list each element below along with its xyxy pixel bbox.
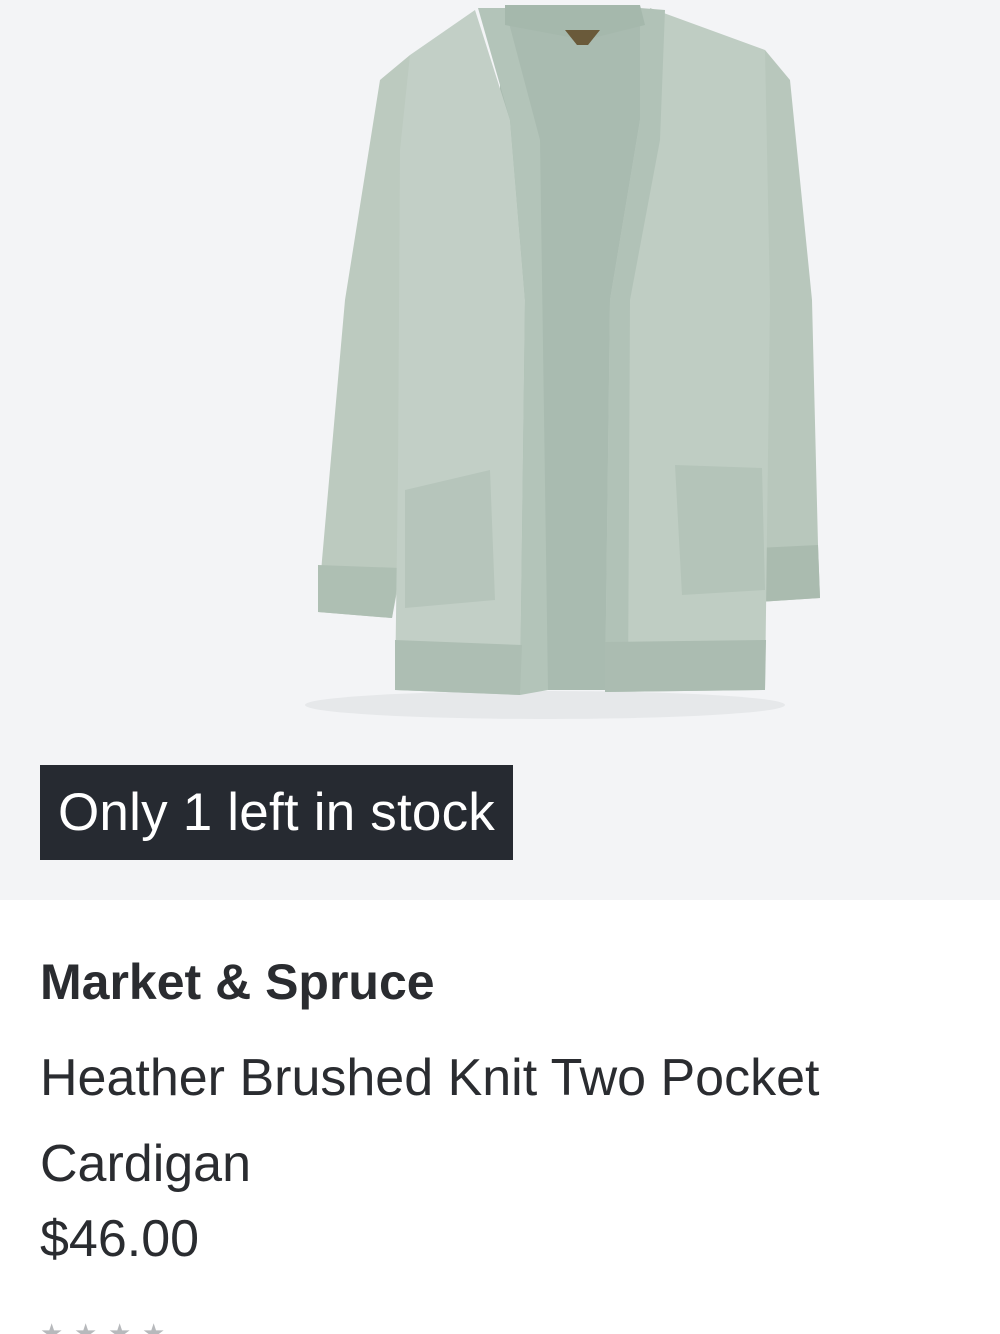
- rating-stars: ★ ★ ★ ★: [40, 1320, 170, 1334]
- stock-badge: Only 1 left in stock: [40, 765, 514, 860]
- product-media: Only 1 left in stock: [0, 0, 1000, 900]
- product-price: $46.00: [40, 1210, 200, 1268]
- brand-name[interactable]: Market & Spruce: [40, 952, 435, 1012]
- star-icon: ★: [142, 1320, 170, 1334]
- star-icon: ★: [74, 1320, 102, 1334]
- product-title[interactable]: Heather Brushed Knit Two Pocket Cardigan: [40, 1035, 940, 1207]
- star-icon: ★: [108, 1320, 136, 1334]
- star-icon: ★: [40, 1320, 68, 1334]
